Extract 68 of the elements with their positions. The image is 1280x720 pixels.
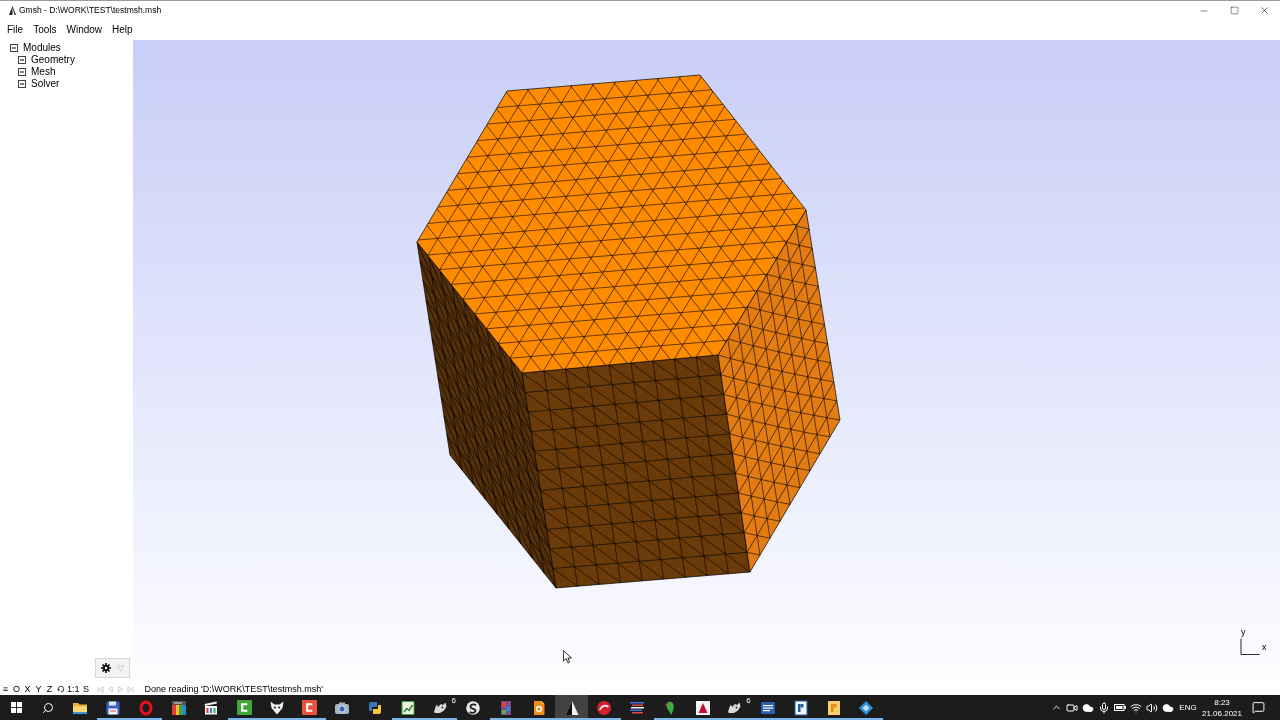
interlocked-shapes-icon bbox=[367, 699, 384, 716]
clock-time[interactable]: 8:23 bbox=[1214, 696, 1230, 708]
chart-document-icon bbox=[399, 699, 416, 716]
status-bar-button[interactable]: Y bbox=[33, 683, 44, 695]
notification-icon[interactable] bbox=[1251, 701, 1265, 714]
swirl-icon bbox=[465, 699, 482, 716]
cloud-icon[interactable] bbox=[1082, 701, 1094, 714]
taskbar-app-button[interactable]: 6 bbox=[424, 695, 457, 720]
collapse-toggle-icon[interactable] bbox=[18, 80, 26, 88]
input-language[interactable]: ENG bbox=[1176, 703, 1200, 712]
status-bar-button[interactable]: O bbox=[11, 683, 22, 695]
video-camera-icon[interactable] bbox=[1066, 701, 1078, 714]
block-tile-icon bbox=[792, 699, 809, 716]
maximize-icon bbox=[1229, 6, 1239, 15]
battery-icon[interactable] bbox=[1114, 704, 1126, 711]
step-forward-icon bbox=[117, 685, 124, 693]
start-icon bbox=[10, 702, 22, 713]
taskbar-app-button[interactable] bbox=[555, 695, 588, 720]
tree-item[interactable]: Geometry bbox=[31, 55, 75, 65]
collapse-toggle-icon[interactable] bbox=[18, 68, 26, 76]
mouse-cursor-icon bbox=[563, 650, 572, 664]
menu-item[interactable]: Window bbox=[61, 20, 108, 40]
document-lines-icon bbox=[760, 699, 777, 716]
gradient-window-icon bbox=[170, 699, 187, 716]
gear-icon bbox=[101, 663, 111, 673]
triangle-tile-icon bbox=[694, 699, 711, 716]
menu-item[interactable]: Tools bbox=[28, 20, 62, 40]
window-title: Gmsh - D:\WORK\TEST\testmsh.msh bbox=[19, 6, 162, 15]
taskbar-app-button[interactable]: 6 bbox=[719, 695, 752, 720]
microphone-icon[interactable] bbox=[1098, 701, 1110, 714]
triangle-logo-icon bbox=[9, 6, 16, 15]
status-bar-button[interactable]: Z bbox=[44, 683, 55, 695]
rotate-button[interactable] bbox=[55, 683, 66, 695]
collapse-toggle-icon[interactable] bbox=[18, 56, 26, 64]
menu-item[interactable]: File bbox=[2, 20, 29, 40]
rotate-icon bbox=[56, 685, 65, 693]
close-icon bbox=[1258, 5, 1270, 16]
axis-label: y bbox=[1241, 628, 1246, 637]
wifi-icon[interactable] bbox=[1130, 701, 1142, 714]
search-icon bbox=[42, 701, 54, 714]
skip-start-icon bbox=[97, 685, 104, 693]
triangle-icon bbox=[563, 699, 580, 716]
status-bar-button[interactable]: S bbox=[80, 683, 92, 695]
options-button[interactable] bbox=[95, 658, 130, 678]
skip-end-icon bbox=[127, 685, 134, 693]
fox-head-icon bbox=[268, 699, 285, 716]
ring-icon bbox=[137, 699, 154, 716]
striped-icon bbox=[629, 699, 646, 716]
tree-item[interactable]: Solver bbox=[31, 79, 60, 89]
tree-item[interactable]: Modules bbox=[23, 43, 61, 53]
cloud-icon[interactable] bbox=[1162, 701, 1174, 714]
caret-down-icon bbox=[117, 664, 124, 672]
clapperboard-icon bbox=[203, 699, 220, 716]
diamond-icon bbox=[858, 699, 875, 716]
collapse-toggle-icon[interactable] bbox=[10, 44, 18, 52]
status-message: Done reading 'D:\WORK\TEST\testmsh.msh' bbox=[144, 684, 323, 694]
axes-icon bbox=[1238, 638, 1260, 656]
status-bar-button[interactable]: 1:1 bbox=[66, 683, 81, 695]
card-tile-icon bbox=[825, 699, 842, 716]
clock-date[interactable]: 21.06.2021 bbox=[1201, 707, 1242, 719]
speaker-icon[interactable] bbox=[1146, 701, 1158, 714]
status-bar-button[interactable]: ≡ bbox=[0, 683, 11, 695]
round-emblem-icon bbox=[596, 699, 613, 716]
tree-item[interactable]: Mesh bbox=[31, 67, 56, 77]
status-bar-button[interactable]: X bbox=[22, 683, 33, 695]
step-back-icon bbox=[107, 685, 114, 693]
axis-label: x bbox=[1262, 643, 1267, 652]
menu-item[interactable]: Help bbox=[107, 20, 138, 40]
